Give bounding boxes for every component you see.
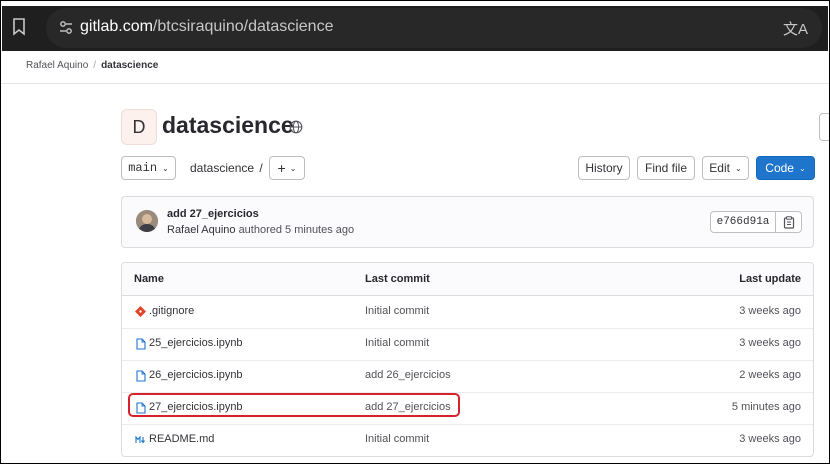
copy-sha-button[interactable] xyxy=(775,211,802,233)
chevron-down-icon: ⌄ xyxy=(289,163,297,173)
code-label: Code xyxy=(765,161,794,175)
header-divider xyxy=(1,83,829,84)
file-updated: 2 weeks ago xyxy=(739,369,801,381)
find-file-button[interactable]: Find file xyxy=(637,156,695,180)
column-last-commit: Last commit xyxy=(365,273,430,285)
screenshot-frame: gitlab.com/btcsiraquino/datascience 文A R… xyxy=(0,0,830,464)
code-dropdown[interactable]: Code ⌄ xyxy=(756,156,815,180)
table-row[interactable]: 25_ejercicios.ipynb Initial commit 3 wee… xyxy=(122,328,813,361)
file-updated: 3 weeks ago xyxy=(739,305,801,317)
globe-icon xyxy=(289,120,303,134)
file-commit[interactable]: Initial commit xyxy=(365,337,429,349)
file-commit[interactable]: add 26_ejercicios xyxy=(365,369,451,381)
bookmark-icon[interactable] xyxy=(12,18,26,36)
plus-icon: + xyxy=(277,160,286,176)
user-avatar-icon xyxy=(136,210,158,232)
file-icon xyxy=(135,369,146,382)
add-to-tree-button[interactable]: + ⌄ xyxy=(269,156,305,180)
commit-author[interactable]: Rafael Aquino xyxy=(167,224,236,236)
column-name: Name xyxy=(134,273,164,285)
commit-message[interactable]: add 27_ejercicios xyxy=(167,208,259,220)
edit-dropdown[interactable]: Edit ⌄ xyxy=(702,156,749,180)
breadcrumb-separator: / xyxy=(93,60,97,71)
file-icon xyxy=(135,337,146,350)
file-name[interactable]: 25_ejercicios.ipynb xyxy=(149,337,243,349)
breadcrumb: Rafael Aquino / datascience xyxy=(26,60,158,71)
table-header: Name Last commit Last update xyxy=(122,263,813,296)
file-updated: 3 weeks ago xyxy=(739,433,801,445)
site-settings-icon[interactable] xyxy=(58,20,74,36)
chevron-down-icon: ⌄ xyxy=(798,163,806,173)
markdown-icon xyxy=(135,433,146,446)
repo-path: datascience / xyxy=(190,161,263,175)
chevron-down-icon: ⌄ xyxy=(734,163,742,173)
table-row[interactable]: .gitignore Initial commit 3 weeks ago xyxy=(122,296,813,329)
history-button[interactable]: History xyxy=(578,156,630,180)
last-commit-card: add 27_ejercicios Rafael Aquino authored… xyxy=(121,196,814,248)
path-separator: / xyxy=(259,161,263,175)
file-name[interactable]: .gitignore xyxy=(149,305,194,317)
clipboard-icon xyxy=(783,215,794,229)
file-updated: 5 minutes ago xyxy=(731,401,801,413)
branch-selector[interactable]: main ⌄ xyxy=(121,156,176,180)
path-root[interactable]: datascience xyxy=(190,161,254,175)
commit-time: authored 5 minutes ago xyxy=(238,224,355,236)
breadcrumb-owner[interactable]: Rafael Aquino xyxy=(26,60,88,71)
project-avatar: D xyxy=(121,109,157,145)
file-commit[interactable]: Initial commit xyxy=(365,433,429,445)
table-row[interactable]: README.md Initial commit 3 weeks ago xyxy=(122,424,813,456)
address-bar[interactable]: gitlab.com/btcsiraquino/datascience 文A xyxy=(46,8,822,48)
avatar[interactable] xyxy=(136,210,158,232)
file-commit[interactable]: Initial commit xyxy=(365,305,429,317)
translate-icon[interactable]: 文A xyxy=(783,18,808,39)
url-host: gitlab.com xyxy=(80,18,153,35)
annotation-highlight-box xyxy=(128,393,460,417)
page-title: datascience xyxy=(162,112,294,138)
column-last-update: Last update xyxy=(739,273,801,285)
breadcrumb-project[interactable]: datascience xyxy=(101,60,158,71)
commit-meta: Rafael Aquino authored 5 minutes ago xyxy=(167,224,354,236)
file-name[interactable]: README.md xyxy=(149,433,214,445)
file-name[interactable]: 26_ejercicios.ipynb xyxy=(149,369,243,381)
git-icon xyxy=(135,305,146,318)
file-tree-table: Name Last commit Last update .gitignore … xyxy=(121,262,814,457)
commit-sha[interactable]: e766d91a xyxy=(710,211,776,233)
branch-name: main xyxy=(128,161,158,175)
url-path: /btcsiraquino/datascience xyxy=(152,18,334,35)
file-updated: 3 weeks ago xyxy=(739,337,801,349)
chevron-down-icon: ⌄ xyxy=(162,163,169,173)
browser-toolbar: gitlab.com/btcsiraquino/datascience 文A xyxy=(2,6,828,51)
table-row[interactable]: 26_ejercicios.ipynb add 26_ejercicios 2 … xyxy=(122,360,813,393)
url-text[interactable]: gitlab.com/btcsiraquino/datascience xyxy=(80,18,333,36)
edit-label: Edit xyxy=(709,161,730,175)
notification-button[interactable] xyxy=(819,113,829,141)
